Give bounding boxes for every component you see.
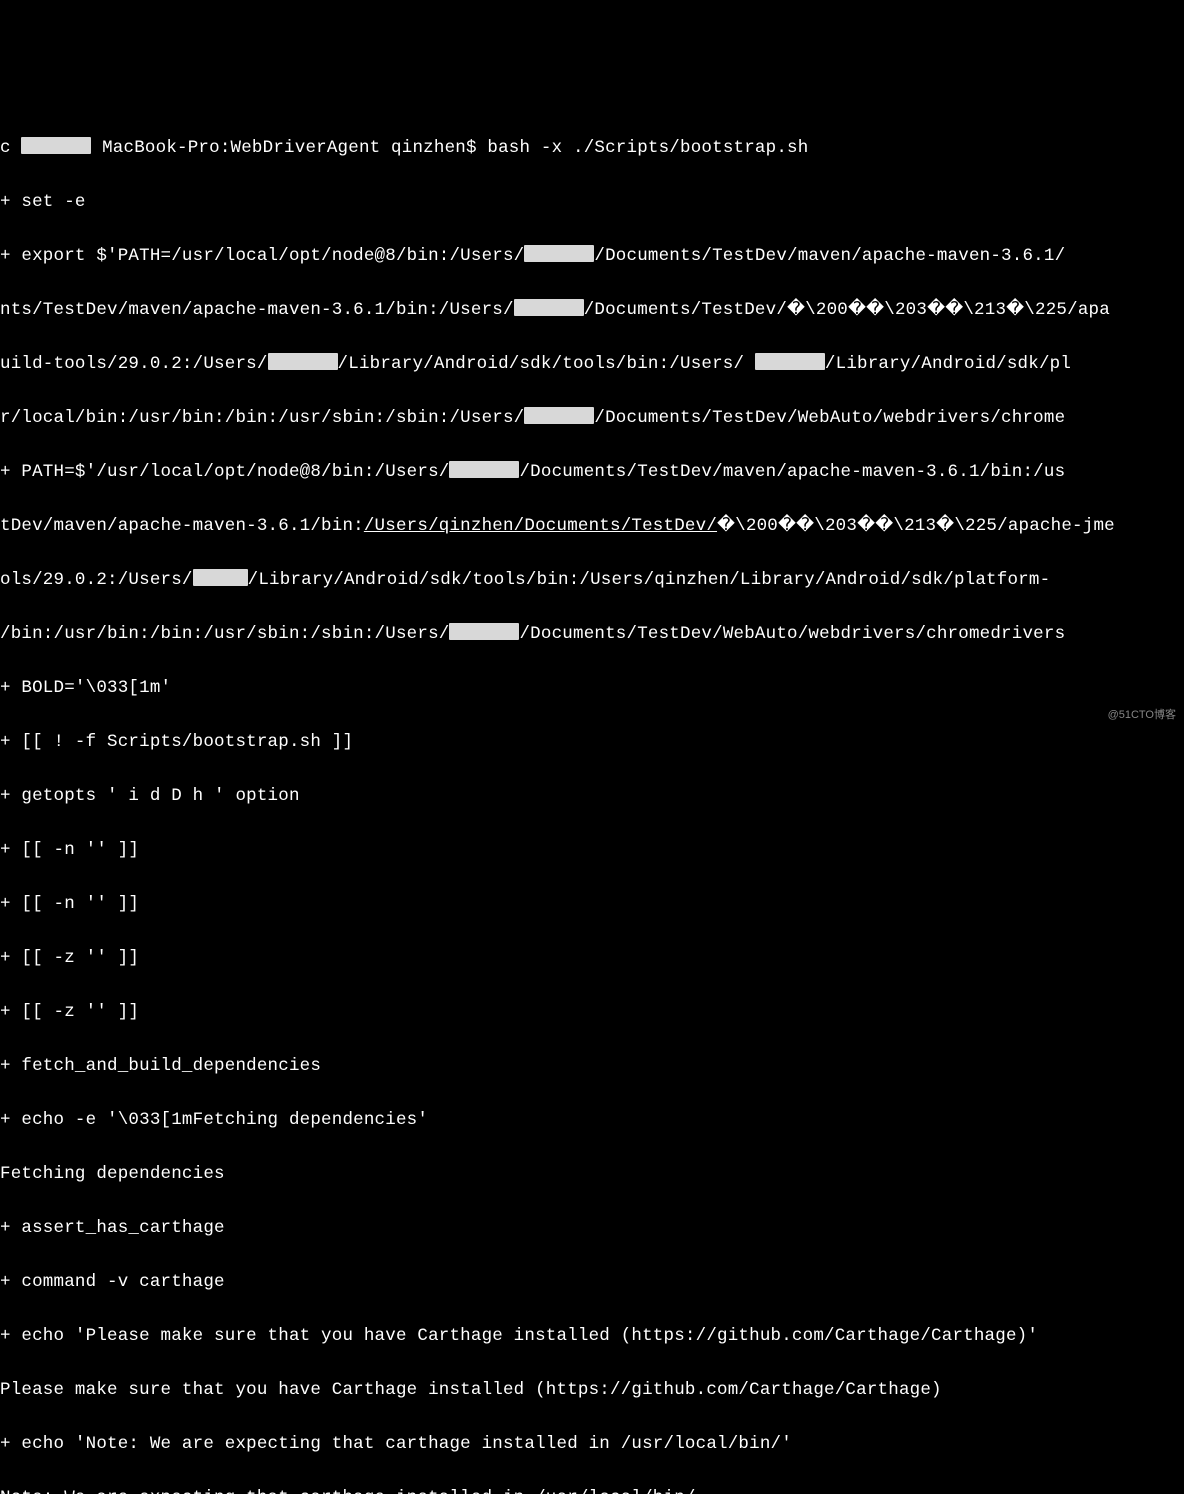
- path-link[interactable]: /Users/qinzhen/Documents/TestDev/: [364, 516, 717, 536]
- prompt-prefix: c: [0, 138, 11, 158]
- terminal-line: + PATH=$'/usr/local/opt/node@8/bin:/User…: [0, 459, 1184, 486]
- terminal-line: tDev/maven/apache-maven-3.6.1/bin:/Users…: [0, 513, 1184, 540]
- terminal-line: c MacBook-Pro:WebDriverAgent qinzhen$ ba…: [0, 135, 1184, 162]
- terminal-line: nts/TestDev/maven/apache-maven-3.6.1/bin…: [0, 297, 1184, 324]
- terminal-line: + set -e: [0, 189, 1184, 216]
- terminal-line: + [[ -z '' ]]: [0, 999, 1184, 1026]
- terminal-line: /bin:/usr/bin:/bin:/usr/sbin:/sbin:/User…: [0, 621, 1184, 648]
- redacted-text: [21, 137, 91, 154]
- terminal-output: c MacBook-Pro:WebDriverAgent qinzhen$ ba…: [0, 108, 1184, 1494]
- redacted-text: [193, 569, 248, 586]
- redacted-text: [755, 353, 825, 370]
- redacted-text: [268, 353, 338, 370]
- terminal-line: + [[ ! -f Scripts/bootstrap.sh ]]: [0, 729, 1184, 756]
- command-text: bash -x ./Scripts/bootstrap.sh: [487, 138, 808, 158]
- redacted-text: [449, 623, 519, 640]
- prompt-host: MacBook-Pro:WebDriverAgent qinzhen$: [91, 138, 487, 158]
- redacted-text: [449, 461, 519, 478]
- redacted-text: [514, 299, 584, 316]
- terminal-line: + [[ -n '' ]]: [0, 837, 1184, 864]
- redacted-text: [524, 245, 594, 262]
- terminal-line: Fetching dependencies: [0, 1161, 1184, 1188]
- terminal-line: + export $'PATH=/usr/local/opt/node@8/bi…: [0, 243, 1184, 270]
- terminal-line: uild-tools/29.0.2:/Users//Library/Androi…: [0, 351, 1184, 378]
- redacted-text: [524, 407, 594, 424]
- terminal-line: r/local/bin:/usr/bin:/bin:/usr/sbin:/sbi…: [0, 405, 1184, 432]
- terminal-line: + getopts ' i d D h ' option: [0, 783, 1184, 810]
- terminal-line: + assert_has_carthage: [0, 1215, 1184, 1242]
- terminal-line: + fetch_and_build_dependencies: [0, 1053, 1184, 1080]
- terminal-line: + command -v carthage: [0, 1269, 1184, 1296]
- terminal-line: + [[ -z '' ]]: [0, 945, 1184, 972]
- terminal-line: + echo -e '\033[1mFetching dependencies': [0, 1107, 1184, 1134]
- terminal-line: Please make sure that you have Carthage …: [0, 1377, 1184, 1404]
- terminal-line: Note: We are expecting that carthage ins…: [0, 1485, 1184, 1494]
- terminal-line: + [[ -n '' ]]: [0, 891, 1184, 918]
- watermark-text: @51CTO博客: [1108, 702, 1176, 729]
- terminal-line: ols/29.0.2:/Users//Library/Android/sdk/t…: [0, 567, 1184, 594]
- terminal-line: + BOLD='\033[1m': [0, 675, 1184, 702]
- terminal-line: + echo 'Note: We are expecting that cart…: [0, 1431, 1184, 1458]
- terminal-line: + echo 'Please make sure that you have C…: [0, 1323, 1184, 1350]
